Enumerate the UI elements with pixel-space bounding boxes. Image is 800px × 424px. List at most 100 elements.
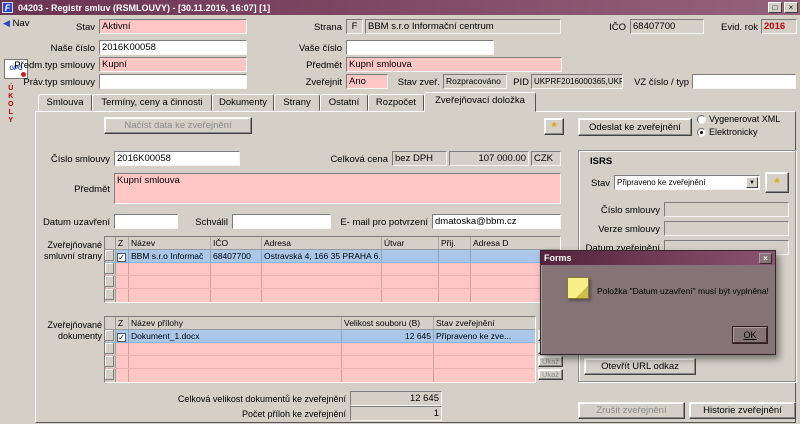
prav-typ-label: Práv.typ smlouvy bbox=[23, 77, 95, 88]
email-field[interactable]: dmatoska@bbm.cz bbox=[432, 214, 561, 229]
zverejnit-field[interactable]: Ano bbox=[346, 74, 388, 89]
cislo-smlouvy-field[interactable]: 2016K00058 bbox=[114, 151, 240, 166]
record-indicator[interactable] bbox=[105, 289, 114, 300]
party-utvar-cell bbox=[382, 250, 439, 262]
document-row-empty[interactable] bbox=[105, 356, 535, 369]
predm-typ-label: Předm.typ smlouvy bbox=[14, 60, 95, 71]
stav-field[interactable]: Aktivní bbox=[99, 19, 247, 34]
tab-zverejnovaci-dolozka[interactable]: Zveřejňovací doložka bbox=[424, 92, 536, 112]
title-bar: F 04203 - Registr smluv (RSMLOUVY) - [30… bbox=[0, 0, 800, 15]
prav-typ-field[interactable] bbox=[99, 74, 247, 89]
schvalil-field[interactable] bbox=[232, 214, 331, 229]
refresh-button[interactable]: * bbox=[544, 118, 564, 135]
dialog-title: Forms bbox=[544, 253, 572, 263]
tab-strany[interactable]: Strany bbox=[274, 94, 320, 111]
radio-vygenerovat-xml[interactable]: Vygenerovat XML bbox=[697, 114, 780, 124]
nase-cislo-field[interactable]: 2016K00058 bbox=[99, 40, 247, 55]
tab-rozpocet[interactable]: Rozpočet bbox=[368, 94, 424, 111]
currency-field: CZK bbox=[531, 151, 561, 166]
dokumenty-caption-line1: Zveřejňované bbox=[47, 320, 102, 330]
dokumenty-caption-line2: dokumenty bbox=[57, 331, 102, 341]
col-z: Z bbox=[116, 317, 129, 329]
spark-icon: * bbox=[551, 118, 557, 134]
datum-uzavreni-field[interactable] bbox=[114, 214, 178, 229]
isrs-verze-label: Verze smlouvy bbox=[598, 224, 660, 235]
chevron-down-icon[interactable]: ▼ bbox=[746, 177, 758, 188]
ukoly-icon[interactable]: Ú K O L Y bbox=[8, 85, 13, 125]
record-indicator[interactable] bbox=[105, 263, 114, 274]
party-row-empty[interactable] bbox=[105, 289, 560, 302]
ok-button[interactable]: OK bbox=[733, 327, 767, 343]
celkova-cena-label: Celková cena bbox=[330, 154, 388, 165]
ukaz-button-disabled: Ukaž bbox=[538, 369, 563, 380]
col-velikost: Velikost souboru (B) bbox=[342, 317, 434, 329]
col-stav-zverejneni: Stav zveřejnění bbox=[436, 318, 495, 328]
party-name-cell: BBM s.r.o Informač bbox=[129, 250, 211, 262]
doc-name-cell: Dokument_1.docx bbox=[129, 330, 342, 342]
strany-caption-line1: Zveřejňované bbox=[47, 240, 102, 250]
pocet-priloh-label: Počet příloh ke zveřejnění bbox=[241, 409, 346, 419]
evid-rok-label: Evid. rok bbox=[721, 22, 758, 33]
close-icon[interactable]: × bbox=[784, 2, 798, 13]
vase-cislo-field[interactable] bbox=[346, 40, 494, 55]
predmet2-field[interactable]: Kupní smlouva bbox=[114, 173, 561, 204]
odeslat-button[interactable]: Odeslat ke zveřejnění bbox=[578, 118, 692, 136]
document-row-empty[interactable] bbox=[105, 369, 535, 382]
row-checkbox[interactable]: ✓ bbox=[117, 332, 126, 342]
stav-zver-label: Stav zveř. bbox=[397, 77, 440, 88]
record-indicator[interactable] bbox=[105, 330, 114, 341]
dokumenty-caption: Zveřejňované dokumenty bbox=[24, 320, 102, 342]
record-indicator[interactable] bbox=[105, 276, 114, 287]
amount-field: 107 000.00 bbox=[449, 151, 529, 166]
nav-toggle[interactable]: ◀ Nav bbox=[3, 18, 29, 29]
party-row-empty[interactable] bbox=[105, 276, 560, 289]
stav-zver-field: Rozpracováno bbox=[443, 74, 507, 89]
nase-cislo-label: Naše číslo bbox=[50, 43, 95, 54]
col-adresa: Adresa bbox=[262, 237, 382, 249]
party-row[interactable]: ✓ BBM s.r.o Informač 68407700 Ostravská … bbox=[105, 250, 560, 263]
restore-icon[interactable]: □ bbox=[768, 2, 782, 13]
load-data-button: Načíst data ke zveřejnění bbox=[104, 117, 252, 134]
document-row-empty[interactable] bbox=[105, 343, 535, 356]
isrs-verze-field bbox=[664, 221, 789, 236]
radio-elektronicky-label: Elektronicky bbox=[709, 127, 758, 137]
record-indicator[interactable] bbox=[105, 369, 114, 380]
dph-field: bez DPH bbox=[392, 151, 447, 166]
record-indicator[interactable] bbox=[105, 343, 114, 354]
evid-rok-field: 2016 bbox=[761, 19, 797, 34]
row-checkbox[interactable]: ✓ bbox=[117, 252, 126, 262]
record-indicator[interactable] bbox=[105, 250, 114, 261]
tab-smlouva[interactable]: Smlouva bbox=[38, 94, 92, 111]
email-label: E- mail pro potvrzení bbox=[340, 217, 428, 228]
radio-elektronicky[interactable]: Elektronicky bbox=[697, 127, 758, 137]
predmet-label: Předmět bbox=[306, 60, 342, 71]
isrs-stav-dropdown[interactable]: Připraveno ke zveřejnění ▼ bbox=[614, 175, 760, 190]
datum-uzavreni-label: Datum uzavření bbox=[42, 217, 110, 228]
tab-dokumenty[interactable]: Dokumenty bbox=[212, 94, 274, 111]
dialog-close-icon[interactable]: × bbox=[759, 252, 772, 264]
stav-label: Stav bbox=[75, 22, 95, 33]
cislo-smlouvy-label: Číslo smlouvy bbox=[50, 154, 110, 165]
predmet-field[interactable]: Kupní smlouva bbox=[346, 57, 562, 72]
document-row[interactable]: ✓ Dokument_1.docx 12 645 Připraveno ke z… bbox=[105, 330, 535, 343]
historie-zverejneni-button[interactable]: Historie zveřejnění bbox=[689, 402, 796, 419]
doc-size-cell: 12 645 bbox=[342, 330, 434, 342]
col-nazev-prilohy: Název přílohy bbox=[129, 317, 342, 329]
predm-typ-field[interactable]: Kupní bbox=[99, 57, 247, 72]
schvalil-label: Schválil bbox=[195, 217, 228, 228]
tab-terminy[interactable]: Termíny, ceny a činnosti bbox=[92, 94, 212, 111]
tab-ostatni[interactable]: Ostatní bbox=[320, 94, 368, 111]
ico-label: IČO bbox=[609, 22, 626, 33]
vz-cislo-field[interactable] bbox=[692, 74, 796, 89]
isrs-refresh-button[interactable]: * bbox=[765, 172, 789, 193]
party-row-empty[interactable] bbox=[105, 263, 560, 276]
otevrit-url-button[interactable]: Otevřít URL odkaz bbox=[584, 358, 696, 375]
application-window: F 04203 - Registr smluv (RSMLOUVY) - [30… bbox=[0, 0, 800, 424]
nav-label: Nav bbox=[12, 18, 30, 29]
doc-status-cell: Připraveno ke zve... bbox=[436, 331, 512, 341]
record-indicator[interactable] bbox=[105, 356, 114, 367]
vase-cislo-label: Vaše číslo bbox=[298, 43, 342, 54]
radio-xml-label: Vygenerovat XML bbox=[709, 114, 781, 124]
note-icon bbox=[567, 277, 589, 299]
predmet2-label: Předmět bbox=[74, 184, 110, 195]
